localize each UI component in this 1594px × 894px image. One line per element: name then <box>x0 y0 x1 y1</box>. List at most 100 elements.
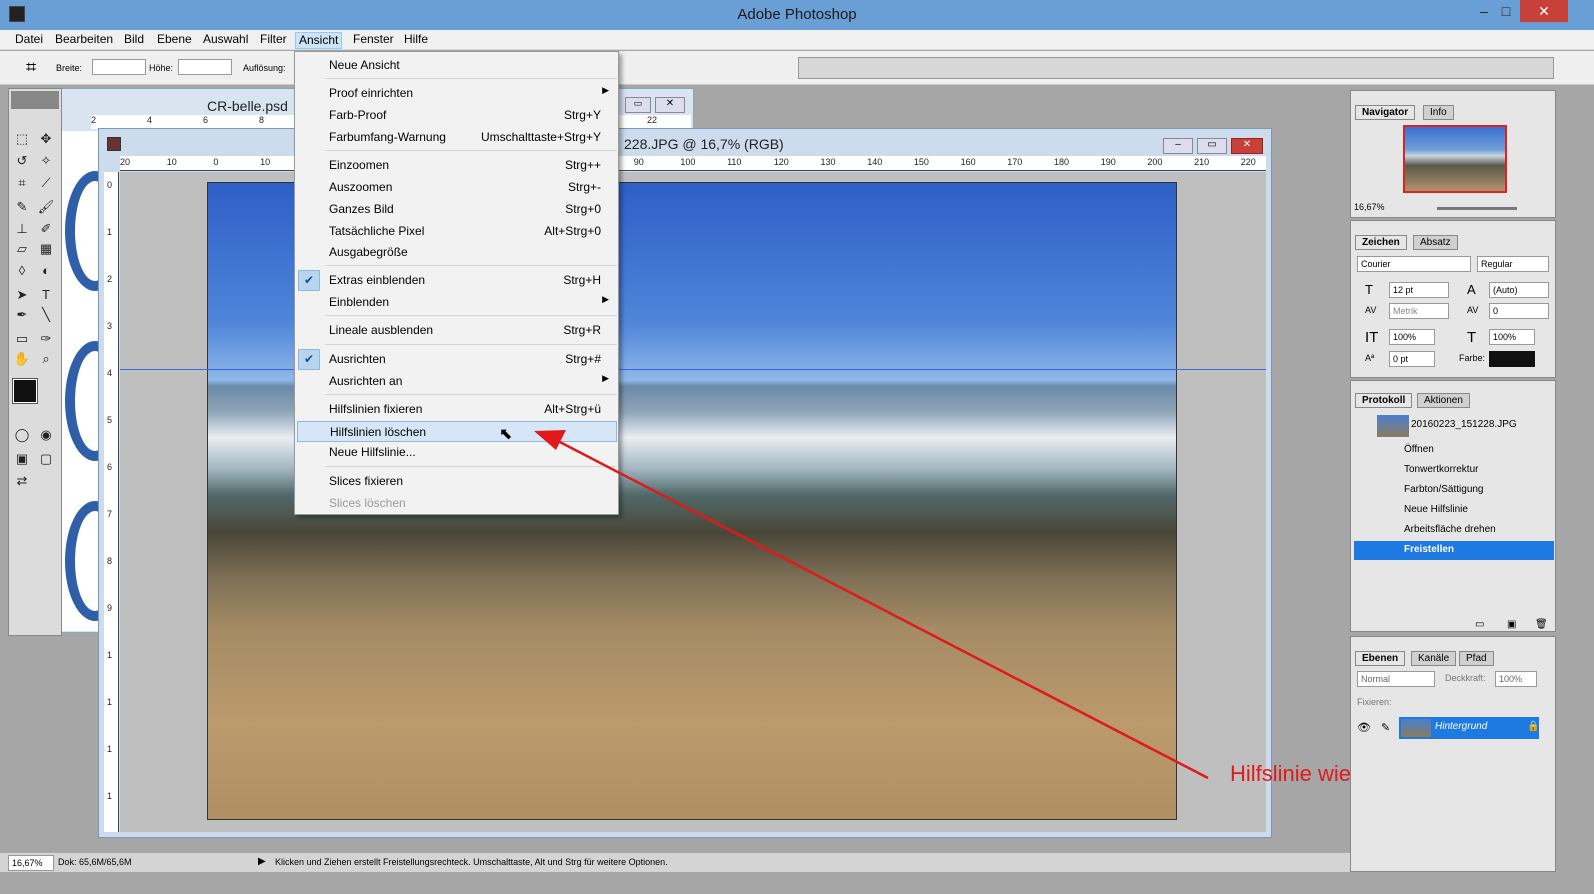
new-document-icon[interactable]: ▣ <box>1507 619 1516 630</box>
menu-item[interactable]: Farbumfang-Warnung Umschalttaste+Strg+Y <box>297 127 617 148</box>
menu-item[interactable]: Ausrichten an ▶ <box>297 371 617 392</box>
menu-bild[interactable]: Bild <box>121 32 147 49</box>
navigator-zoom[interactable]: 16,67% <box>1354 202 1385 212</box>
doc-minimize-icon[interactable]: – <box>1163 138 1193 154</box>
brush-icon[interactable]: 🖌 <box>35 197 57 217</box>
healing-brush-icon[interactable]: ✎ <box>11 197 33 217</box>
trash-icon[interactable]: 🗑 <box>1535 619 1548 630</box>
menu-item[interactable]: ✔ Extras einblenden Strg+H <box>297 270 617 291</box>
history-item[interactable]: Öffnen <box>1354 441 1554 460</box>
menu-item[interactable]: Lineale ausblenden Strg+R <box>297 320 617 341</box>
crop-icon[interactable]: ⌗ <box>11 173 33 193</box>
vertical-ruler[interactable]: 0 1 2 3 4 5 6 7 8 9 1 1 1 1 <box>104 172 119 832</box>
eye-icon[interactable]: 👁 <box>1357 721 1371 734</box>
zoom-icon[interactable]: ⌕ <box>35 349 57 369</box>
menu-datei[interactable]: Datei <box>12 32 46 49</box>
line-icon[interactable]: ╲ <box>35 305 57 325</box>
menu-hilfe[interactable]: Hilfe <box>401 32 431 49</box>
back-doc-close-icon[interactable]: ✕ <box>655 97 685 113</box>
type-icon[interactable]: T <box>35 285 57 305</box>
blend-mode-select[interactable]: Normal <box>1357 671 1435 687</box>
close-icon[interactable]: ✕ <box>1520 0 1568 22</box>
new-snapshot-icon[interactable]: ▭ <box>1475 619 1484 630</box>
menu-fenster[interactable]: Fenster <box>350 32 397 49</box>
doc-close-icon[interactable]: ✕ <box>1231 138 1263 154</box>
status-zoom-field[interactable]: 16,67% <box>8 855 54 871</box>
eyedropper-icon[interactable]: ✑ <box>35 329 57 349</box>
magic-wand-icon[interactable]: ✧ <box>35 151 57 171</box>
menu-item[interactable]: Slices fixieren <box>297 471 617 492</box>
back-doc-restore-icon[interactable]: ▭ <box>625 97 651 113</box>
tab-kanaele[interactable]: Kanäle <box>1411 651 1457 666</box>
tab-aktionen[interactable]: Aktionen <box>1417 393 1470 408</box>
opacity-field[interactable]: 100% <box>1495 671 1537 687</box>
leading-field[interactable]: (Auto) <box>1489 282 1549 298</box>
menu-ansicht[interactable]: Ansicht <box>295 32 343 49</box>
imageready-icon[interactable]: ⇄ <box>11 471 33 491</box>
foreground-color-swatch[interactable] <box>12 378 38 404</box>
slice-icon[interactable]: ⟋ <box>35 173 57 193</box>
menu-item[interactable]: Hilfslinien löschen <box>297 421 617 442</box>
tab-info[interactable]: Info <box>1423 105 1454 120</box>
layer-name[interactable]: Hintergrund <box>1435 721 1487 732</box>
maximize-icon[interactable]: □ <box>1490 0 1522 22</box>
standard-mode-icon[interactable]: ◯ <box>11 425 33 445</box>
baseline-field[interactable]: 0 pt <box>1389 351 1435 367</box>
history-item[interactable]: Neue Hilfslinie <box>1354 501 1554 520</box>
dodge-icon[interactable]: ◐ <box>35 261 57 281</box>
marquee-icon[interactable]: ⬚ <box>11 129 33 149</box>
menu-item[interactable]: Ganzes Bild Strg+0 <box>297 199 617 220</box>
text-color-swatch[interactable] <box>1489 351 1535 367</box>
tracking-field[interactable]: 0 <box>1489 303 1549 319</box>
menu-item[interactable]: Einzoomen Strg++ <box>297 155 617 176</box>
zoom-slider[interactable] <box>1437 207 1517 210</box>
quickmask-mode-icon[interactable]: ◉ <box>35 425 57 445</box>
tab-protokoll[interactable]: Protokoll <box>1355 393 1413 408</box>
font-style-select[interactable]: Regular <box>1477 256 1549 272</box>
menu-item[interactable]: Proof einrichten ▶ <box>297 83 617 104</box>
snapshot-label[interactable]: 20160223_151228.JPG <box>1411 419 1517 430</box>
notes-icon[interactable]: ▭ <box>11 329 33 349</box>
screen-mode-icon[interactable]: ▣ <box>11 449 33 469</box>
guide-line[interactable] <box>120 369 1266 370</box>
font-family-select[interactable]: Courier <box>1357 256 1471 272</box>
history-item[interactable]: Arbeitsfläche drehen <box>1354 521 1554 540</box>
menu-item[interactable]: Neue Hilfslinie... <box>297 442 617 463</box>
tab-ebenen[interactable]: Ebenen <box>1355 651 1406 666</box>
tab-zeichen[interactable]: Zeichen <box>1355 235 1407 250</box>
menu-ebene[interactable]: Ebene <box>154 32 195 49</box>
history-item-selected[interactable]: Freistellen <box>1354 541 1554 560</box>
menu-bearbeiten[interactable]: Bearbeiten <box>52 32 116 49</box>
lasso-icon[interactable]: ↺ <box>11 151 33 171</box>
menu-item[interactable]: Hilfslinien fixieren Alt+Strg+ü <box>297 399 617 420</box>
menu-auswahl[interactable]: Auswahl <box>200 32 251 49</box>
horizontal-scale-field[interactable]: 100% <box>1489 329 1535 345</box>
tab-absatz[interactable]: Absatz <box>1413 235 1458 250</box>
hand-icon[interactable]: ✋ <box>11 349 33 369</box>
font-size-field[interactable]: 12 pt <box>1389 282 1449 298</box>
vertical-scale-field[interactable]: 100% <box>1389 329 1435 345</box>
doc-restore-icon[interactable]: ▭ <box>1197 138 1227 154</box>
navigator-thumbnail[interactable] <box>1403 125 1507 193</box>
hoehe-input[interactable] <box>178 59 232 75</box>
history-item[interactable]: Farbton/Sättigung <box>1354 481 1554 500</box>
path-select-icon[interactable]: ➤ <box>11 285 33 305</box>
brush-link-icon[interactable]: ✎ <box>1381 721 1390 734</box>
history-item[interactable]: Tonwertkorrektur <box>1354 461 1554 480</box>
blur-icon[interactable]: ◊ <box>11 261 33 281</box>
eraser-icon[interactable]: ▱ <box>11 239 33 259</box>
tab-navigator[interactable]: Navigator <box>1355 105 1416 120</box>
menu-item[interactable]: ✔ Ausrichten Strg+# <box>297 349 617 370</box>
menu-filter[interactable]: Filter <box>257 32 290 49</box>
history-brush-icon[interactable]: ✐ <box>35 219 57 239</box>
stamp-icon[interactable]: ⊥ <box>11 219 33 239</box>
fullscreen-mode-icon[interactable]: ▢ <box>35 449 57 469</box>
menu-item[interactable]: Ausgabegröße <box>297 242 617 263</box>
crop-tool-icon[interactable]: ⌗ <box>26 57 36 78</box>
status-menu-arrow-icon[interactable]: ▶ <box>258 856 266 867</box>
gradient-icon[interactable]: ▦ <box>35 239 57 259</box>
tab-pfad[interactable]: Pfad <box>1459 651 1494 666</box>
breite-input[interactable] <box>92 59 146 75</box>
pen-icon[interactable]: ✒ <box>11 305 33 325</box>
menu-item[interactable]: Auszoomen Strg+- <box>297 177 617 198</box>
